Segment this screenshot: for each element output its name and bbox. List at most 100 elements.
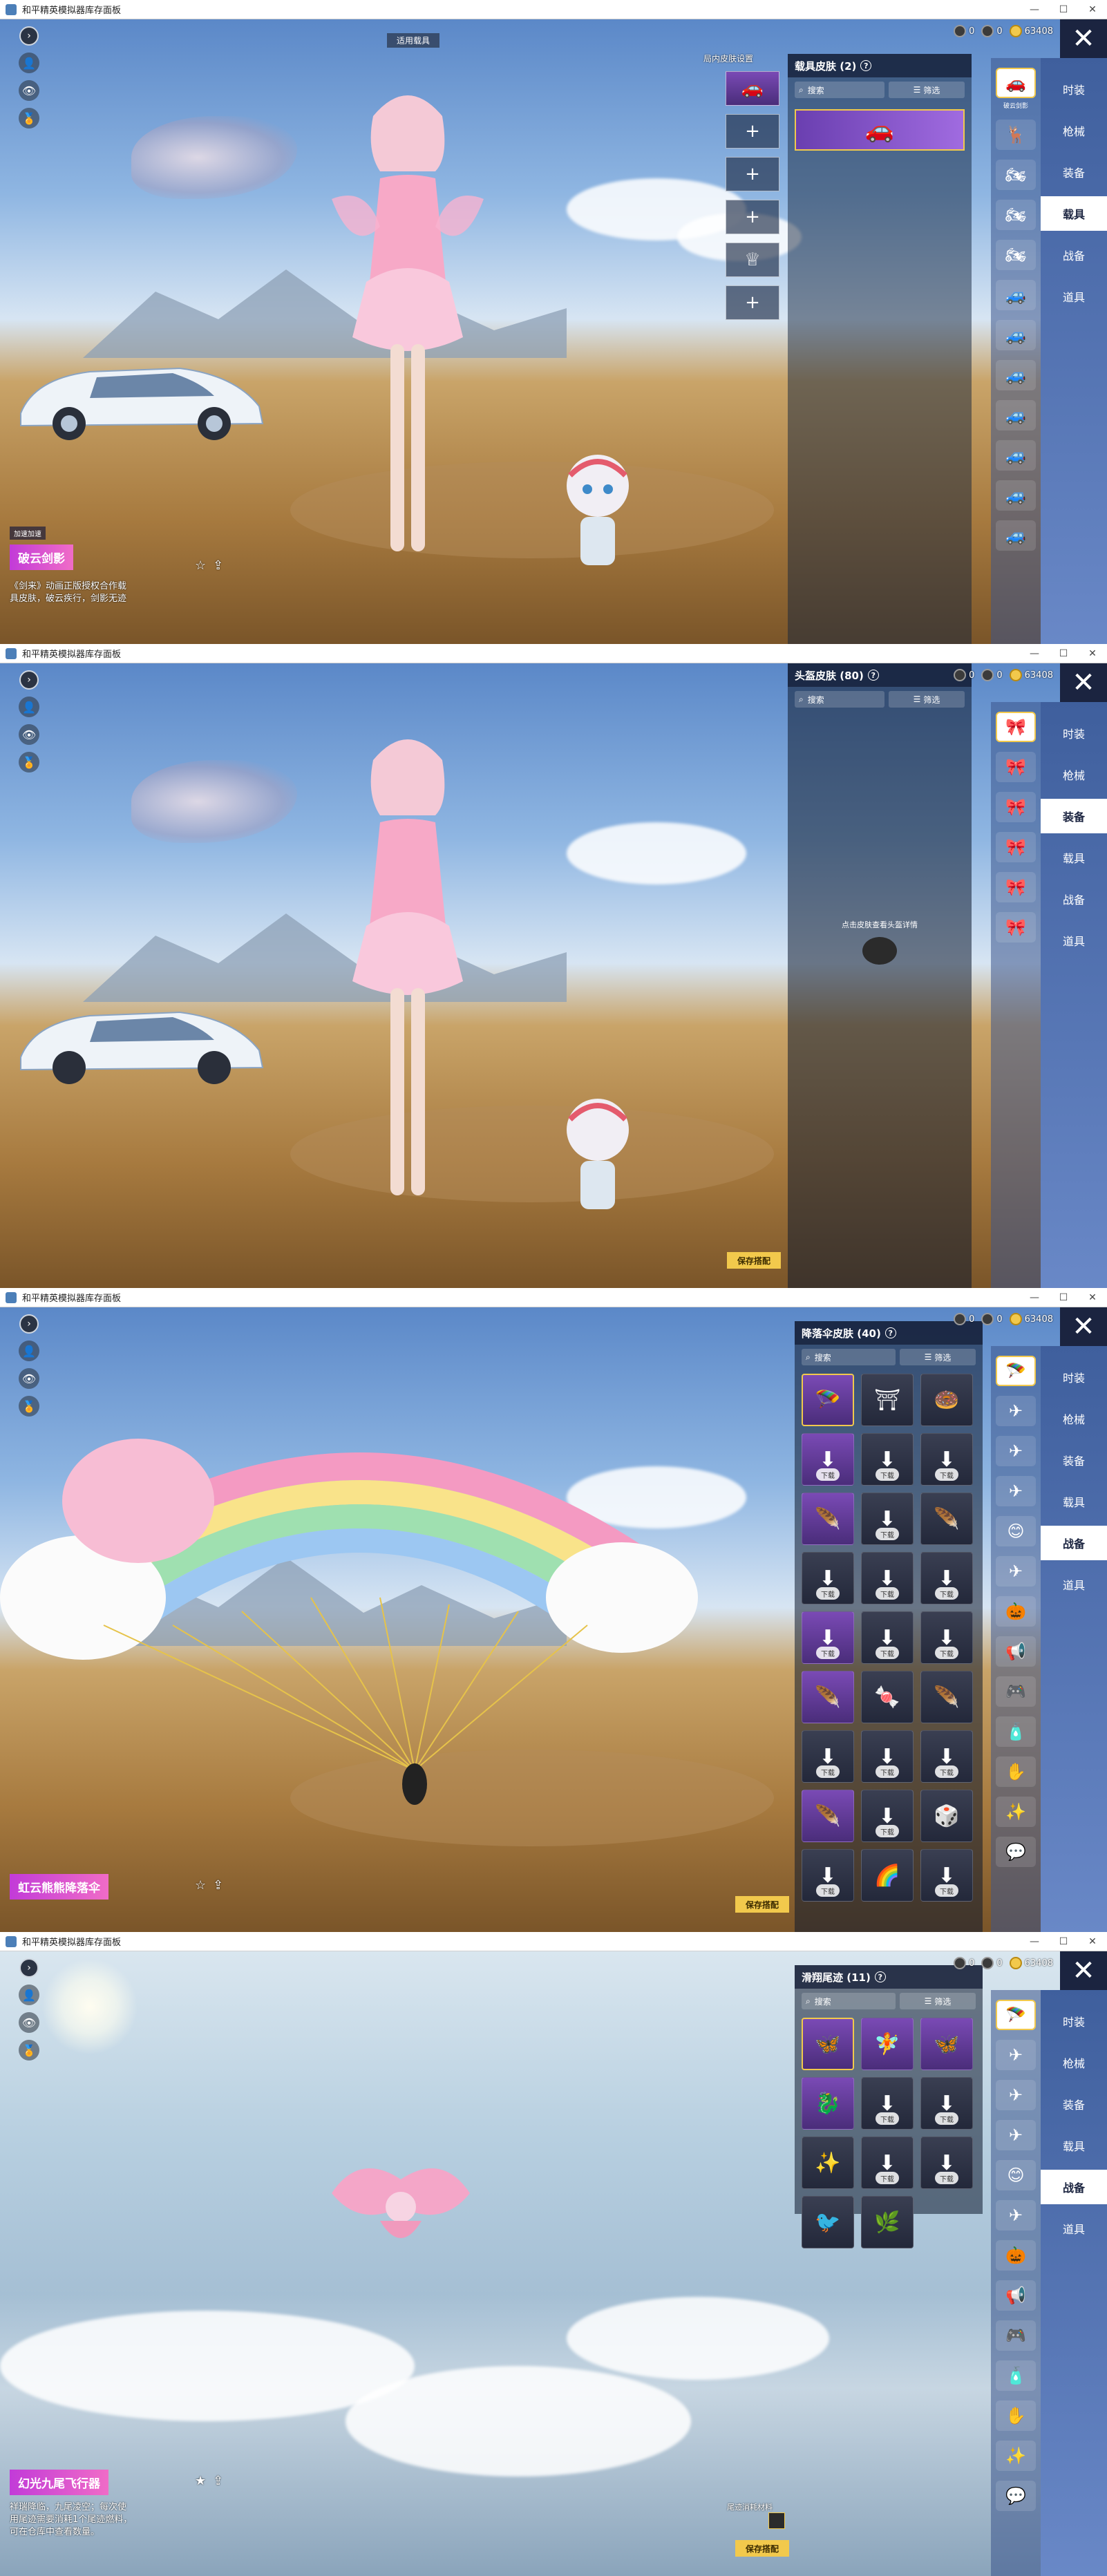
menu-item-5[interactable]: 道具 <box>1041 923 1107 958</box>
category-thumb[interactable]: 🎃 <box>996 1596 1036 1627</box>
download-badge[interactable]: 下载 <box>876 1825 899 1837</box>
category-thumb[interactable]: 🚙 <box>996 480 1036 511</box>
search-input[interactable]: ⌕ 搜索 <box>802 1993 896 2009</box>
category-thumb[interactable]: 🎀 <box>996 832 1036 862</box>
download-badge[interactable]: 下载 <box>816 1587 840 1600</box>
category-thumb[interactable]: ✈ <box>996 2120 1036 2150</box>
menu-item-4[interactable]: 战备 <box>1041 1526 1107 1560</box>
category-thumb[interactable]: ✈ <box>996 2200 1036 2231</box>
category-thumb[interactable]: 😊 <box>996 1516 1036 1546</box>
menu-item-1[interactable]: 枪械 <box>1041 2045 1107 2080</box>
close-button[interactable]: ✕ <box>1060 1307 1107 1346</box>
category-thumb[interactable]: 🚙 <box>996 320 1036 350</box>
category-thumb[interactable]: ✈ <box>996 1556 1036 1587</box>
minimize-button[interactable]: — <box>1020 648 1049 659</box>
skin-tile[interactable]: 🦋 <box>920 2018 973 2070</box>
category-thumb[interactable]: 📢 <box>996 1636 1036 1667</box>
menu-item-2[interactable]: 装备 <box>1041 155 1107 189</box>
skin-tile[interactable]: ⬇ 下载 <box>861 1730 914 1783</box>
share-icon[interactable]: ⇪ <box>213 1878 223 1893</box>
filter-button[interactable]: ☰ 筛选 <box>889 82 965 98</box>
menu-item-5[interactable]: 道具 <box>1041 2211 1107 2246</box>
skin-tile[interactable]: ⬇ 下载 <box>802 1433 854 1486</box>
skin-tile[interactable]: 🎲 <box>920 1790 973 1842</box>
close-button[interactable]: ✕ <box>1060 19 1107 58</box>
category-thumb[interactable]: 🚙 <box>996 440 1036 471</box>
skin-tile[interactable]: ⬇ 下载 <box>920 2077 973 2130</box>
menu-item-3[interactable]: 载具 <box>1041 1484 1107 1519</box>
category-thumb[interactable]: ✈ <box>996 2040 1036 2070</box>
download-badge[interactable]: 下载 <box>935 1468 958 1481</box>
favorite-star-icon[interactable]: ☆ <box>195 1878 206 1893</box>
skin-tile[interactable]: ⛩ <box>861 1374 914 1426</box>
window-close-button[interactable]: ✕ <box>1078 1292 1107 1303</box>
skin-tile[interactable]: 🐦 <box>802 2196 854 2248</box>
category-thumb[interactable]: 🚙 <box>996 360 1036 390</box>
category-thumb[interactable]: ✈ <box>996 1476 1036 1506</box>
window-close-button[interactable]: ✕ <box>1078 648 1107 659</box>
badge-icon[interactable]: 🏅 <box>19 108 39 129</box>
skin-tile[interactable]: ⬇ 下载 <box>802 1849 854 1902</box>
skin-tile[interactable]: ⬇ 下载 <box>920 1849 973 1902</box>
filter-button[interactable]: ☰ 筛选 <box>889 691 965 708</box>
avatar-icon[interactable]: 👤 <box>19 697 39 717</box>
skin-tile[interactable]: 🌈 <box>861 1849 914 1902</box>
skin-tile[interactable]: 🍩 <box>920 1374 973 1426</box>
category-thumb[interactable]: 🧴 <box>996 1716 1036 1747</box>
category-thumb[interactable]: 🏍 <box>996 240 1036 270</box>
download-badge[interactable]: 下载 <box>935 2172 958 2184</box>
help-icon[interactable]: ? <box>867 670 879 681</box>
help-icon[interactable]: ? <box>860 60 872 71</box>
window-close-button[interactable]: ✕ <box>1078 1936 1107 1947</box>
category-thumb[interactable]: 🚗 <box>996 68 1036 98</box>
skin-tile[interactable]: 🪶 <box>802 1671 854 1723</box>
category-thumb[interactable]: 🚙 <box>996 520 1036 551</box>
category-thumb[interactable]: 🎀 <box>996 872 1036 902</box>
menu-item-4[interactable]: 战备 <box>1041 882 1107 916</box>
help-icon[interactable]: ? <box>874 1971 886 1982</box>
skin-tile[interactable]: ⬇ 下载 <box>920 1611 973 1664</box>
category-thumb[interactable]: 🪂 <box>996 2000 1036 2030</box>
menu-item-2[interactable]: 装备 <box>1041 2087 1107 2121</box>
category-thumb[interactable]: 🎀 <box>996 712 1036 742</box>
avatar-icon[interactable]: 👤 <box>19 1985 39 2005</box>
menu-item-0[interactable]: 时装 <box>1041 72 1107 106</box>
maximize-button[interactable]: ☐ <box>1049 1292 1078 1303</box>
category-thumb[interactable]: 🪂 <box>996 1356 1036 1386</box>
expand-button[interactable]: › <box>19 1958 39 1978</box>
category-thumb[interactable]: 🏍 <box>996 160 1036 190</box>
vehicle-skin-card[interactable]: 🚗 <box>795 109 965 151</box>
eye-icon[interactable]: 👁 <box>19 1368 39 1389</box>
category-thumb[interactable]: 🎀 <box>996 792 1036 822</box>
skin-tile[interactable]: ⬇ 下载 <box>861 1493 914 1545</box>
skin-tile[interactable]: ⬇ 下载 <box>861 1552 914 1604</box>
category-thumb[interactable]: 💬 <box>996 1837 1036 1867</box>
skin-tile[interactable]: ⬇ 下载 <box>920 1730 973 1783</box>
skin-slot[interactable]: + <box>726 157 779 191</box>
category-thumb[interactable]: 🎃 <box>996 2240 1036 2271</box>
skin-tile[interactable]: ⬇ 下载 <box>861 1433 914 1486</box>
expand-button[interactable]: › <box>19 670 39 690</box>
share-icon[interactable]: ⇪ <box>213 2474 223 2488</box>
download-badge[interactable]: 下载 <box>816 1647 840 1659</box>
category-thumb[interactable]: 💬 <box>996 2481 1036 2511</box>
favorite-star-icon[interactable]: ★ <box>195 2474 206 2488</box>
minimize-button[interactable]: — <box>1020 4 1049 15</box>
category-thumb[interactable]: 🎀 <box>996 912 1036 943</box>
category-thumb[interactable]: 😊 <box>996 2160 1036 2190</box>
skin-tile[interactable]: ⬇ 下载 <box>802 1730 854 1783</box>
menu-item-0[interactable]: 时装 <box>1041 716 1107 750</box>
skin-tile[interactable]: 🪶 <box>920 1493 973 1545</box>
skin-tile[interactable]: 🍬 <box>861 1671 914 1723</box>
menu-item-3[interactable]: 载具 <box>1041 196 1107 231</box>
share-icon[interactable]: ⇪ <box>213 558 223 573</box>
category-thumb[interactable]: ✋ <box>996 1756 1036 1787</box>
skin-tile[interactable]: ⬇ 下载 <box>861 2077 914 2130</box>
maximize-button[interactable]: ☐ <box>1049 1936 1078 1947</box>
avatar-icon[interactable]: 👤 <box>19 53 39 73</box>
badge-icon[interactable]: 🏅 <box>19 2040 39 2061</box>
filter-button[interactable]: ☰ 筛选 <box>900 1993 976 2009</box>
download-badge[interactable]: 下载 <box>935 1884 958 1897</box>
category-thumb[interactable]: ✋ <box>996 2400 1036 2431</box>
menu-item-3[interactable]: 载具 <box>1041 840 1107 875</box>
